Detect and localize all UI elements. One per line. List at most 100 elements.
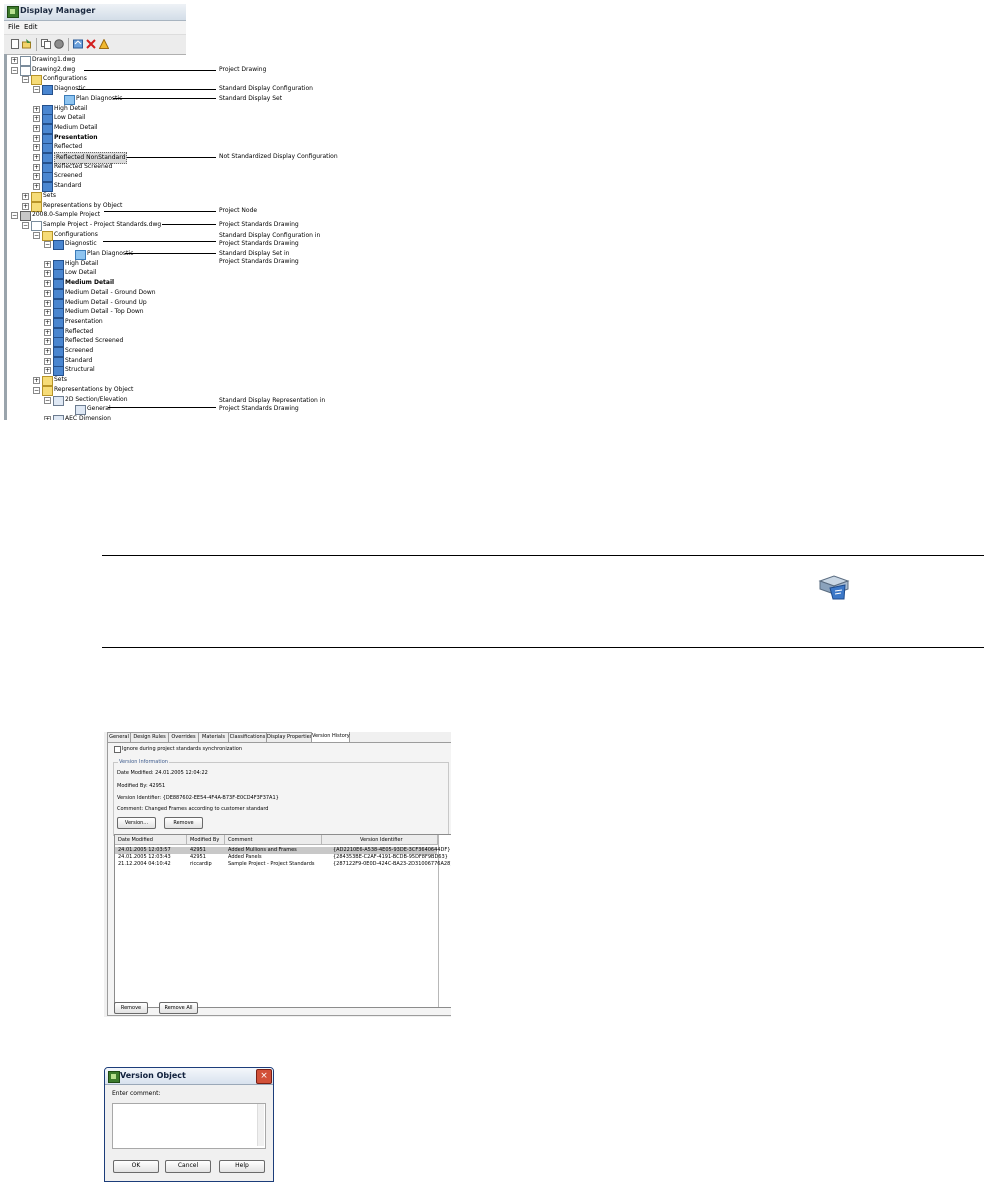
callout-line-1: Standard Display Configuration in [219,232,321,239]
tab-materials[interactable]: Materials [198,732,229,742]
tab-display-properties[interactable]: Display Properties [266,732,312,742]
callout-std-set-in-psd: Standard Display Set in Project Standard… [219,250,299,266]
collapse-icon[interactable]: − [22,221,29,229]
collapse-icon[interactable]: − [33,86,40,94]
tab-classifications[interactable]: Classifications [228,732,267,742]
version-button[interactable]: Version... [117,817,156,829]
display-manager-window: Display Manager File Edit + Drawing1.dwg −… [4,4,186,420]
dialog-title-bar: Version Object × [105,1068,273,1085]
rep-icon [53,395,64,406]
menu-file[interactable]: File [8,23,20,31]
remove-all-button[interactable]: Remove All [159,1002,198,1014]
tree-node-label: Medium Detail [54,123,98,131]
comment-value: Comment: Changed Frames according to cus… [117,806,269,812]
import-icon[interactable] [22,39,32,49]
tab-general[interactable]: General [107,732,131,742]
tree-node-label: General [87,405,111,413]
cell-comment: Sample Project - Project Standards [228,861,315,867]
collapse-icon[interactable]: − [22,76,29,84]
cfg-icon [53,356,64,367]
expand-icon[interactable]: + [22,192,29,200]
collapse-icon[interactable]: − [33,231,40,239]
expand-icon[interactable]: + [33,183,40,191]
collapse-icon[interactable]: − [11,212,18,220]
expand-icon[interactable]: + [33,163,40,171]
cell-by: riccardip [190,861,212,867]
remove-version-button[interactable]: Remove [164,817,203,829]
cell-by: 42951 [190,847,206,853]
expand-icon[interactable]: + [44,338,51,346]
expand-icon[interactable]: + [44,415,51,420]
tree-node-label: Presentation [54,133,98,141]
new-icon[interactable] [10,39,20,49]
expand-icon[interactable]: + [44,328,51,336]
expand-icon[interactable]: + [44,280,51,288]
tab-overrides[interactable]: Overrides [168,732,199,742]
expand-icon[interactable]: + [44,270,51,278]
ok-button[interactable]: OK [113,1160,159,1173]
synchronize-icon[interactable] [73,39,83,49]
copy-icon[interactable] [41,39,51,49]
expand-icon[interactable]: + [33,134,40,142]
expand-icon[interactable]: + [44,299,51,307]
date-modified-value: Date Modified: 24.01.2005 12:04:22 [117,770,208,776]
tree-node-label: Reflected Screened [54,162,113,170]
expand-icon[interactable]: + [44,289,51,297]
expand-icon[interactable]: + [44,348,51,355]
table-row[interactable]: 21.12.2004 04:10:42 riccardip Sample Proje… [115,861,451,868]
toolbar-separator [36,38,37,51]
cfg-icon [53,298,64,309]
expand-icon[interactable]: + [44,309,51,317]
expand-icon[interactable]: + [44,318,51,326]
ignore-sync-checkbox[interactable] [114,746,121,753]
expand-icon[interactable]: + [33,144,40,152]
table-row[interactable]: 24.01.2005 12:03:43 42951 Added Panels {284… [115,854,448,861]
tree-node-label: Configurations [43,75,87,83]
tree-node-label: Sets [54,376,67,384]
expand-icon[interactable]: + [33,154,40,161]
tab-design-rules[interactable]: Design Rules [130,732,169,742]
column-date-modified[interactable]: Date Modified [115,835,187,845]
delete-icon[interactable] [86,39,96,49]
collapse-icon[interactable]: − [11,66,18,74]
help-button[interactable]: Help [219,1160,265,1173]
expand-icon[interactable]: + [44,367,51,375]
comment-textarea[interactable] [112,1103,266,1149]
menu-edit[interactable]: Edit [24,23,38,31]
collapse-icon[interactable]: − [44,241,51,249]
tree-node-label: Configurations [54,230,98,238]
expand-icon[interactable]: + [11,57,18,64]
expand-icon[interactable]: + [44,357,51,365]
cancel-button[interactable]: Cancel [165,1160,211,1173]
purge-icon[interactable] [99,39,109,49]
expand-icon[interactable]: + [33,377,40,385]
tab-version-history[interactable]: Version History [311,732,350,742]
expand-icon[interactable]: + [33,124,40,132]
textarea-scrollbar[interactable] [257,1104,264,1146]
collapse-icon[interactable]: − [44,396,51,404]
expand-icon[interactable]: + [33,105,40,113]
version-history-panel: General Design Rules Overrides Materials… [104,732,451,1017]
tree-node-label: Reflected Screened [65,337,124,345]
tree-node-label: Sample Project - Project Standards.dwg [43,220,162,228]
cfg-icon [42,104,53,115]
app-icon [7,6,19,18]
column-version-identifier[interactable]: Version Identifier [322,835,438,845]
close-icon[interactable]: × [256,1069,272,1084]
remove-bottom-button[interactable]: Remove [114,1002,148,1014]
expand-icon[interactable]: + [22,202,29,210]
expand-icon[interactable]: + [33,115,40,123]
expand-icon[interactable]: + [33,173,40,181]
record-icon[interactable] [54,39,64,49]
tree-node-label: Standard [54,182,82,190]
window-title: Display Manager [20,6,96,15]
table-row[interactable]: 24.01.2005 12:03:57 42951 Added Mullions a… [115,847,450,854]
version-list[interactable]: Date Modified Modified By Comment Versio… [114,834,451,1008]
tree-node-label: Representations by Object [43,201,123,209]
expand-icon[interactable]: + [44,260,51,268]
cell-id: {287122F9-0E0D-424C-BA23-2D31006776A28} [333,861,451,867]
cfg-icon [53,327,64,338]
collapse-icon[interactable]: − [33,386,40,394]
column-comment[interactable]: Comment [225,835,322,845]
column-modified-by[interactable]: Modified By [187,835,225,845]
